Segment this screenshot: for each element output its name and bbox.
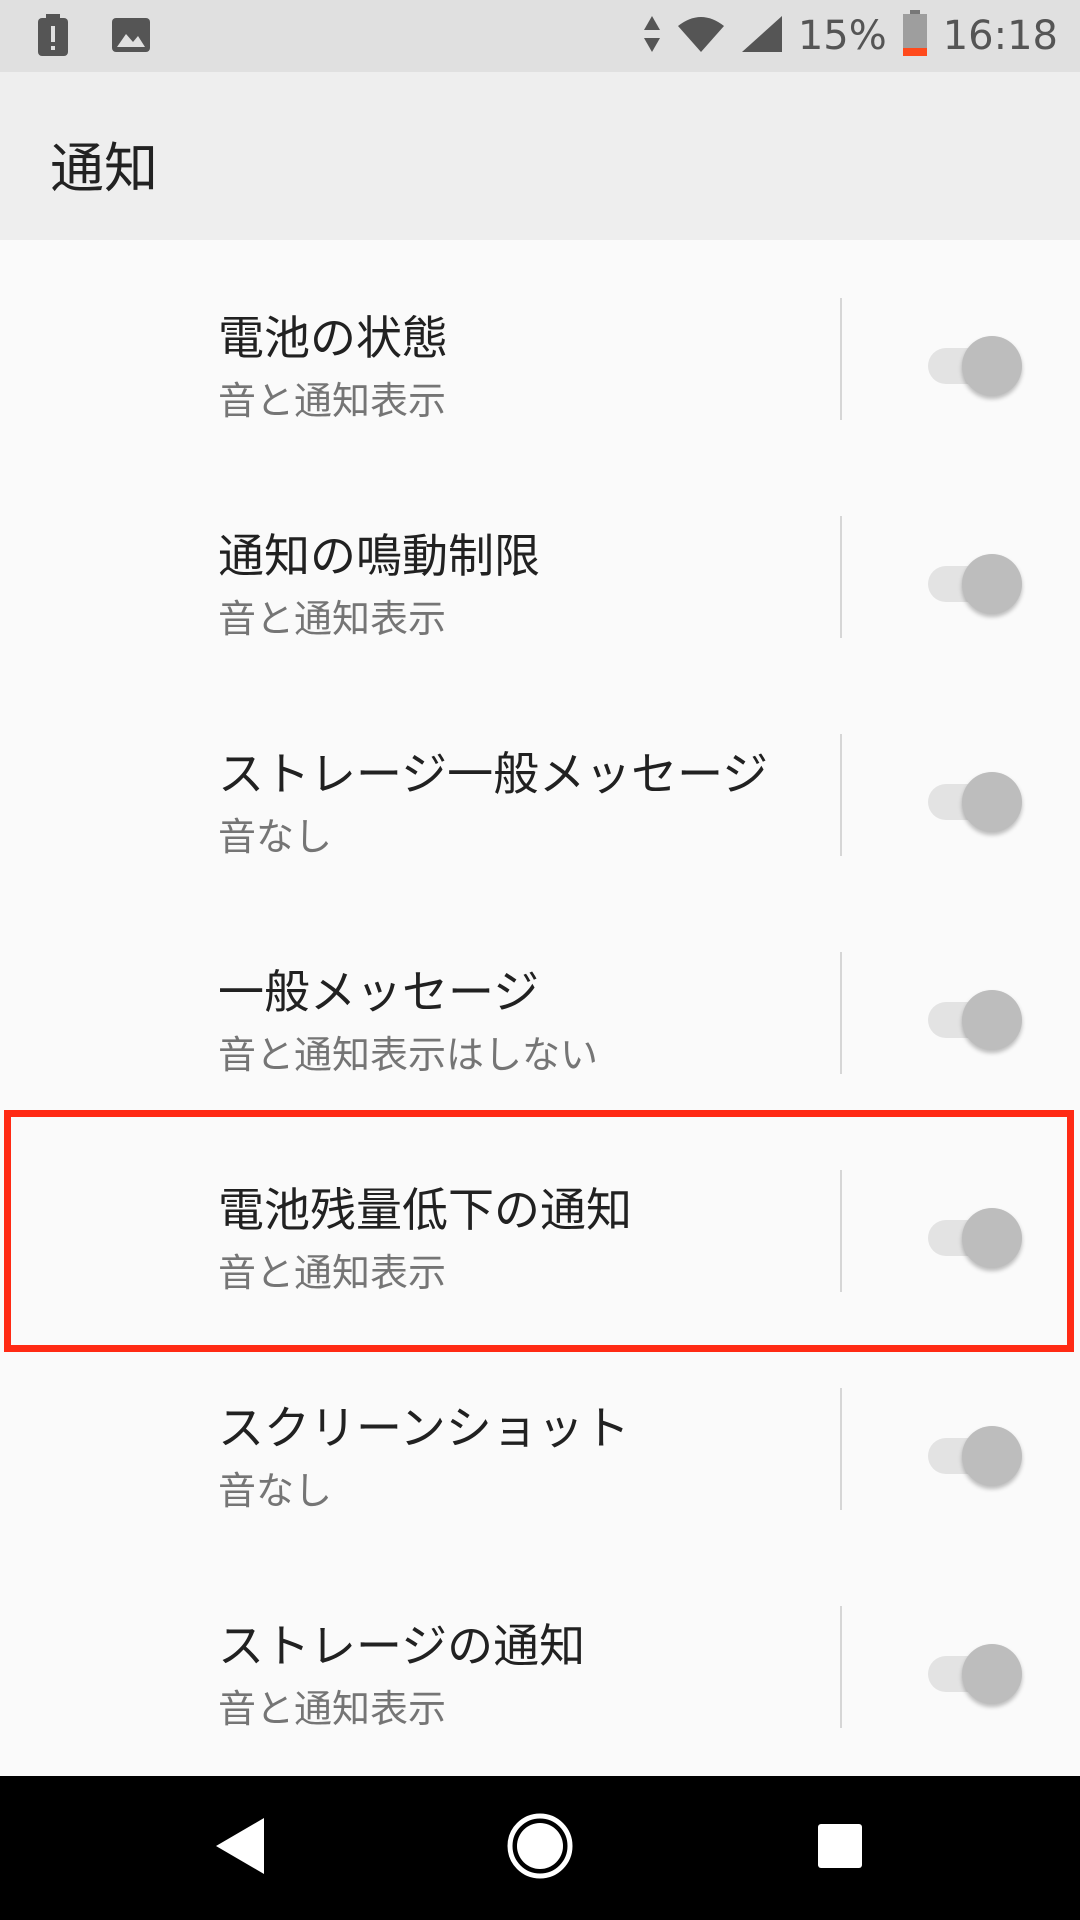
switch-thumb bbox=[962, 990, 1022, 1050]
item-title: 電池の状態 bbox=[218, 311, 448, 365]
item-summary: 音と通知表示 bbox=[218, 597, 447, 641]
back-button[interactable] bbox=[160, 1776, 320, 1920]
image-icon bbox=[110, 14, 152, 62]
toggle-switch[interactable] bbox=[924, 1422, 1024, 1486]
battery-percent: 15% bbox=[797, 13, 887, 59]
item-title: ストレージ一般メッセージ bbox=[218, 747, 769, 801]
list-item[interactable]: 一般メッセージ 音と通知表示はしない bbox=[0, 894, 1080, 1112]
clock: 16:18 bbox=[942, 13, 1058, 59]
divider bbox=[840, 1606, 842, 1728]
data-activity-icon bbox=[642, 14, 662, 58]
divider bbox=[840, 952, 842, 1074]
list-item[interactable]: ストレージ一般メッセージ 音なし bbox=[0, 676, 1080, 894]
item-summary: 音と通知表示 bbox=[218, 1687, 447, 1731]
item-summary: 音なし bbox=[218, 815, 333, 859]
page-title: 通知 bbox=[50, 137, 158, 200]
list-item[interactable]: 電池の状態 音と通知表示 bbox=[0, 240, 1080, 458]
toggle-switch[interactable] bbox=[924, 550, 1024, 614]
toggle-switch[interactable] bbox=[924, 1640, 1024, 1704]
app-bar: 通知 bbox=[0, 72, 1080, 240]
toggle-switch[interactable] bbox=[924, 332, 1024, 396]
divider bbox=[840, 1388, 842, 1510]
recents-icon bbox=[816, 1822, 864, 1874]
switch-thumb bbox=[962, 772, 1022, 832]
list-item[interactable]: 通知の鳴動制限 音と通知表示 bbox=[0, 458, 1080, 676]
toggle-switch[interactable] bbox=[924, 986, 1024, 1050]
recents-button[interactable] bbox=[760, 1776, 920, 1920]
switch-thumb bbox=[962, 1426, 1022, 1486]
toggle-switch[interactable] bbox=[924, 768, 1024, 832]
wifi-icon bbox=[676, 14, 726, 58]
item-title: 一般メッセージ bbox=[218, 965, 540, 1019]
switch-thumb bbox=[962, 1208, 1022, 1268]
toggle-switch[interactable] bbox=[924, 1204, 1024, 1268]
status-bar: 15% 16:18 bbox=[0, 0, 1080, 72]
list-item[interactable]: スクリーンショット 音なし bbox=[0, 1330, 1080, 1548]
back-icon bbox=[212, 1814, 268, 1882]
list-item[interactable]: 電池残量低下の通知 音と通知表示 bbox=[0, 1112, 1080, 1330]
list-item[interactable]: ストレージの通知 音と通知表示 bbox=[0, 1548, 1080, 1766]
switch-thumb bbox=[962, 336, 1022, 396]
battery-icon bbox=[901, 10, 929, 62]
notification-channel-list: 電池の状態 音と通知表示 通知の鳴動制限 音と通知表示 ストレージ一般メッセージ… bbox=[0, 240, 1080, 1766]
divider bbox=[840, 734, 842, 856]
item-summary: 音と通知表示 bbox=[218, 379, 447, 423]
cell-signal-icon bbox=[740, 14, 784, 58]
item-title: 電池残量低下の通知 bbox=[218, 1183, 632, 1237]
switch-thumb bbox=[962, 1644, 1022, 1704]
item-title: ストレージの通知 bbox=[218, 1619, 586, 1673]
divider bbox=[840, 1170, 842, 1292]
alert-icon bbox=[36, 14, 70, 62]
item-title: スクリーンショット bbox=[218, 1401, 630, 1455]
item-summary: 音と通知表示 bbox=[218, 1251, 447, 1295]
switch-thumb bbox=[962, 554, 1022, 614]
home-icon bbox=[505, 1811, 575, 1885]
divider bbox=[840, 516, 842, 638]
item-title: 通知の鳴動制限 bbox=[218, 529, 540, 583]
divider bbox=[840, 298, 842, 420]
item-summary: 音と通知表示はしない bbox=[218, 1033, 599, 1077]
home-button[interactable] bbox=[460, 1776, 620, 1920]
item-summary: 音なし bbox=[218, 1469, 333, 1513]
navigation-bar bbox=[0, 1776, 1080, 1920]
